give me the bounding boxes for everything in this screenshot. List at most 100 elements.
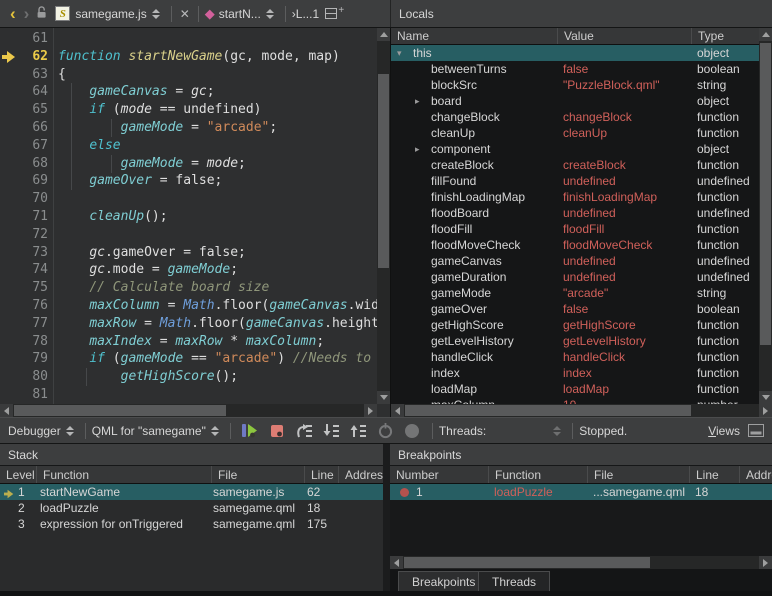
locals-row[interactable]: loadMaploadMapfunction [391, 381, 759, 397]
code-line[interactable]: 69 gameOver = false; [0, 172, 377, 190]
restart-debug-icon[interactable] [373, 420, 398, 442]
document-dropdown-icon[interactable] [152, 9, 160, 19]
locals-column-header[interactable]: Name Value Type [391, 28, 759, 45]
locals-row[interactable]: finishLoadingMapfinishLoadingMapfunction [391, 189, 759, 205]
symbol-dropdown-icon[interactable] [266, 9, 274, 19]
locals-row[interactable]: floodFillfloodFillfunction [391, 221, 759, 237]
code-line[interactable]: 73 gc.gameOver = false; [0, 244, 377, 262]
split-editor-icon[interactable] [325, 8, 337, 19]
stack-frame-row[interactable]: 1startNewGamesamegame.js62 [0, 484, 383, 500]
scroll-up-icon[interactable] [377, 28, 390, 41]
column-header-type[interactable]: Type [691, 28, 759, 44]
line-number[interactable]: 77 [0, 315, 48, 333]
locals-row[interactable]: ▸componentobject [391, 141, 759, 157]
line-number[interactable]: 80 [0, 368, 48, 386]
stack-column-header[interactable]: Level Function File Line Address [0, 466, 383, 484]
continue-debug-icon[interactable] [238, 420, 263, 442]
code-line[interactable]: 80 getHighScore(); [0, 368, 377, 386]
locals-row[interactable]: getLevelHistorygetLevelHistoryfunction [391, 333, 759, 349]
line-number[interactable]: 66 [0, 119, 48, 137]
column-header-file[interactable]: File [587, 466, 689, 483]
locals-vscrollbar[interactable] [759, 28, 772, 404]
tab-threads[interactable]: Threads [478, 571, 550, 592]
expand-icon[interactable]: ▸ [415, 93, 420, 109]
run-config-select[interactable]: QML for "samegame" [92, 424, 206, 438]
locals-row[interactable]: betweenTurnsfalseboolean [391, 61, 759, 77]
line-number[interactable]: 67 [0, 137, 48, 155]
line-number[interactable]: 69 [0, 172, 48, 190]
code-editor[interactable]: 6162function startNewGame(gc, mode, map)… [0, 28, 390, 417]
column-header-value[interactable]: Value [557, 28, 691, 44]
editor-hscrollbar[interactable] [0, 404, 377, 417]
locals-row[interactable]: maxColumn10number [391, 397, 759, 404]
locals-row[interactable]: ▸boardobject [391, 93, 759, 109]
scroll-up-icon[interactable] [759, 28, 772, 41]
scrollbar-thumb[interactable] [404, 557, 650, 568]
code-line[interactable]: 72 [0, 226, 377, 244]
step-into-icon[interactable] [319, 420, 344, 442]
locals-row[interactable]: getHighScoregetHighScorefunction [391, 317, 759, 333]
line-column-indicator[interactable]: ›L...1 [292, 7, 319, 21]
go-back-icon[interactable]: ‹ [6, 6, 20, 22]
code-line[interactable]: 77 maxRow = Math.floor(gameCanvas.height [0, 315, 377, 333]
locals-row[interactable]: blockSrc"PuzzleBlock.qml"string [391, 77, 759, 93]
stack-frame-row[interactable]: 3expression for onTriggeredsamegame.qml1… [0, 516, 383, 532]
engine-dropdown-icon[interactable] [66, 426, 74, 436]
line-number[interactable]: 78 [0, 333, 48, 351]
line-number[interactable]: 79 [0, 350, 48, 368]
go-forward-icon[interactable]: › [20, 6, 34, 22]
close-document-icon[interactable]: ✕ [178, 7, 192, 21]
current-symbol-name[interactable]: startN... [219, 7, 261, 21]
views-menu-button[interactable]: Views [708, 424, 740, 438]
code-line[interactable]: 71 cleanUp(); [0, 208, 377, 226]
line-number[interactable]: 76 [0, 297, 48, 315]
line-number[interactable]: 72 [0, 226, 48, 244]
scroll-left-icon[interactable] [0, 404, 13, 417]
breakpoints-hscrollbar[interactable] [390, 556, 772, 569]
line-number[interactable]: 70 [0, 190, 48, 208]
code-line[interactable]: 65 if (mode == undefined) [0, 101, 377, 119]
scroll-left-icon[interactable] [390, 556, 403, 569]
line-number[interactable]: 65 [0, 101, 48, 119]
code-line[interactable]: 62function startNewGame(gc, mode, map) [0, 48, 377, 66]
record-icon[interactable] [400, 420, 425, 442]
line-number[interactable]: 74 [0, 261, 48, 279]
scrollbar-thumb[interactable] [14, 405, 226, 416]
code-line[interactable]: 81 [0, 386, 377, 404]
locals-row[interactable]: fillFoundundefinedundefined [391, 173, 759, 189]
line-number[interactable]: 73 [0, 244, 48, 262]
column-header-file[interactable]: File [211, 466, 304, 483]
column-header-address[interactable]: Address [338, 466, 383, 483]
code-line[interactable]: 79 if (gameMode == "arcade") //Needs to [0, 350, 377, 368]
code-line[interactable]: 61 [0, 30, 377, 48]
stack-frame-row[interactable]: 2loadPuzzlesamegame.qml18 [0, 500, 383, 516]
locals-row[interactable]: indexindexfunction [391, 365, 759, 381]
line-number[interactable]: 81 [0, 386, 48, 404]
scroll-down-icon[interactable] [377, 391, 390, 404]
views-dropdown-icon[interactable] [748, 424, 764, 437]
scroll-right-icon[interactable] [759, 556, 772, 569]
code-line[interactable]: 63{ [0, 66, 377, 84]
locals-row[interactable]: createBlockcreateBlockfunction [391, 157, 759, 173]
code-line[interactable]: 78 maxIndex = maxRow * maxColumn; [0, 333, 377, 351]
locals-row[interactable]: cleanUpcleanUpfunction [391, 125, 759, 141]
code-line[interactable]: 70 [0, 190, 377, 208]
scroll-right-icon[interactable] [364, 404, 377, 417]
stop-debug-icon[interactable] [265, 420, 290, 442]
scrollbar-thumb[interactable] [378, 74, 389, 268]
code-line[interactable]: 64 gameCanvas = gc; [0, 83, 377, 101]
code-line[interactable]: 67 else [0, 137, 377, 155]
column-header-name[interactable]: Name [391, 28, 557, 44]
column-header-address[interactable]: Address [739, 466, 772, 483]
column-header-line[interactable]: Line [689, 466, 739, 483]
locals-row[interactable]: gameOverfalseboolean [391, 301, 759, 317]
scroll-right-icon[interactable] [759, 404, 772, 417]
run-config-dropdown-icon[interactable] [211, 426, 219, 436]
expand-icon[interactable]: ▸ [415, 141, 420, 157]
scroll-down-icon[interactable] [759, 391, 772, 404]
line-number[interactable]: 61 [0, 30, 48, 48]
scroll-left-icon[interactable] [391, 404, 404, 417]
code-line[interactable]: 74 gc.mode = gameMode; [0, 261, 377, 279]
line-number[interactable]: 64 [0, 83, 48, 101]
line-number[interactable]: 68 [0, 155, 48, 173]
